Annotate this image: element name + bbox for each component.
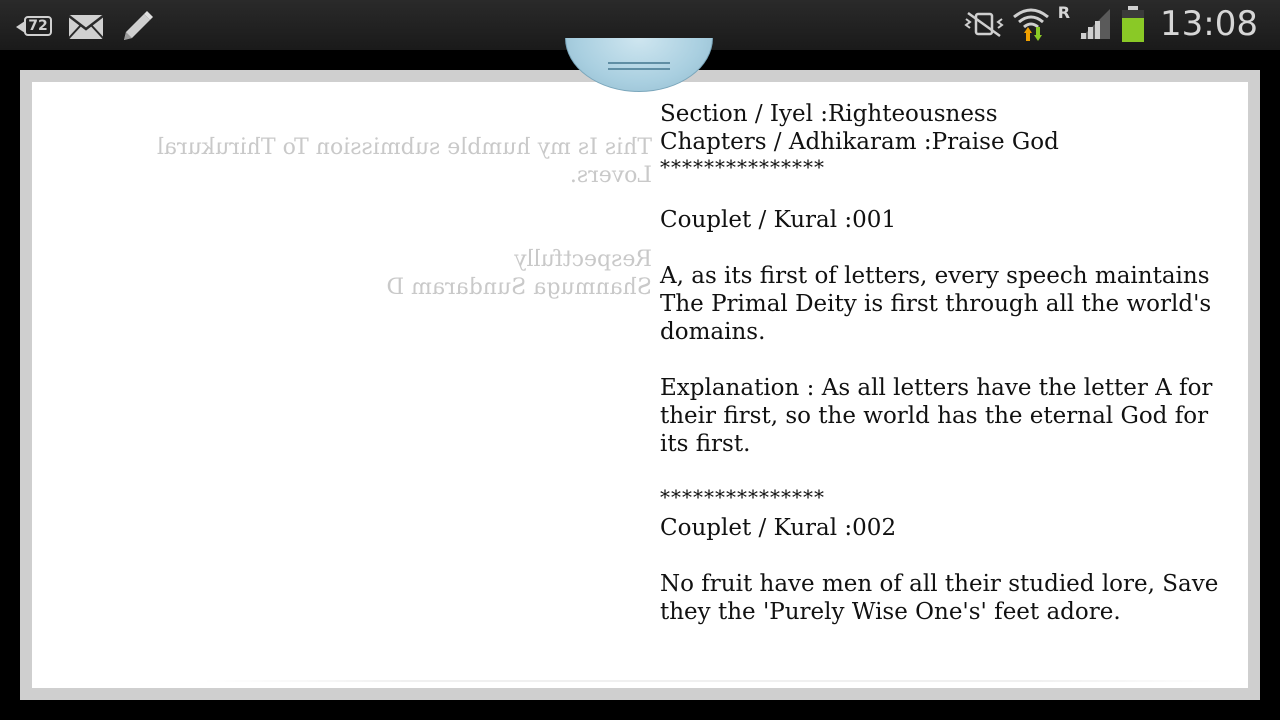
explanation-line: Explanation : As all letters have the le… xyxy=(660,375,1213,401)
explanation-line: its first. xyxy=(660,431,751,457)
wifi-icon xyxy=(1012,8,1049,41)
couplet-line: A, as its first of letters, every speech… xyxy=(660,263,1210,289)
signal-icon xyxy=(1080,9,1111,39)
clock: 13:08 xyxy=(1160,4,1258,44)
status-bar-right: R 13:08 xyxy=(964,2,1258,44)
page-backside-text: This Is my humble submission To Thirukur… xyxy=(64,134,652,302)
dedication-line: This Is my humble submission To Thirukur… xyxy=(156,135,652,160)
dedication-line: Lovers. xyxy=(569,163,652,188)
separator: *************** xyxy=(660,155,825,179)
notification-count: 72 xyxy=(24,16,52,36)
couplet-line: The Primal Deity is first through all th… xyxy=(660,291,1212,317)
pencil-icon xyxy=(124,11,153,40)
book-page[interactable]: This Is my humble submission To Thirukur… xyxy=(32,82,1248,688)
mail-icon xyxy=(68,15,104,39)
page-bottom-shade xyxy=(202,680,1242,682)
couplet-line: No fruit have men of all their studied l… xyxy=(660,571,1219,597)
roaming-label: R xyxy=(1057,2,1071,22)
signature-line: Respectfully xyxy=(514,247,652,272)
couplet-title: Couplet / Kural :001 xyxy=(660,207,897,233)
separator: *************** xyxy=(660,485,825,509)
chapter-heading: Chapters / Adhikaram :Praise God xyxy=(660,129,1059,155)
vibrate-mute-icon xyxy=(964,11,1004,38)
reader-frame: This Is my humble submission To Thirukur… xyxy=(20,70,1260,700)
couplet-line: domains. xyxy=(660,319,766,345)
status-bar-left: 72 xyxy=(14,8,156,46)
couplet-title: Couplet / Kural :002 xyxy=(660,515,897,541)
couplet-line: they the 'Purely Wise One's' feet adore. xyxy=(660,599,1121,625)
notification-count-icon: 72 xyxy=(14,13,54,41)
signature-line: Shanmuga Sundaram D xyxy=(386,275,652,300)
battery-icon xyxy=(1122,6,1145,42)
book-text: Section / Iyel :Righteousness Chapters /… xyxy=(660,100,1230,626)
section-heading: Section / Iyel :Righteousness xyxy=(660,101,998,127)
explanation-line: their first, so the world has the eterna… xyxy=(660,403,1209,429)
